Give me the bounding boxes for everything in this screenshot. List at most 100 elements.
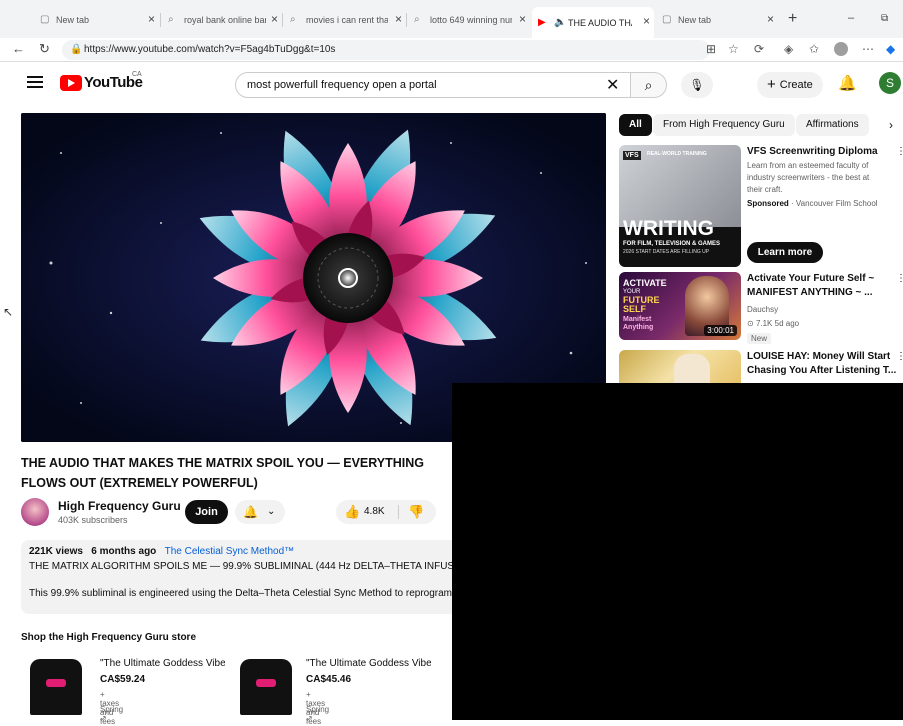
apps-icon[interactable]: ⊞ xyxy=(706,42,716,56)
external-link-icon: ↗ xyxy=(306,714,313,723)
more-vert-icon[interactable]: ⋮ xyxy=(896,146,903,157)
restore-icon[interactable]: ⧉ xyxy=(881,13,888,24)
description-line: This 99.9% subliminal is engineered usin… xyxy=(29,588,453,599)
product-image xyxy=(234,655,298,715)
browser-tab-6[interactable]: ▢ New tab × xyxy=(662,9,774,31)
voice-search-button[interactable]: 🎙 xyxy=(681,72,713,98)
close-icon[interactable]: × xyxy=(767,12,774,26)
search-icon: ⌕ xyxy=(644,77,653,93)
tab-label: lotto 649 winning numbers xyxy=(430,15,512,25)
search-button[interactable]: ⌕ xyxy=(631,72,667,98)
close-icon[interactable]: × xyxy=(148,12,155,26)
chip-from-channel[interactable]: From High Frequency Guru xyxy=(653,114,795,136)
chip-affirmations[interactable]: Affirmations xyxy=(796,114,869,136)
create-label: Create xyxy=(779,79,813,91)
subscriber-count: 403K subscribers xyxy=(58,515,128,525)
ad-line: Learn from an esteemed faculty of xyxy=(747,161,869,170)
ad-sponsor-line: Sponsored · Vancouver Film School xyxy=(747,199,878,208)
stats-icon: ⊙ xyxy=(747,319,754,328)
new-tab-icon[interactable]: + xyxy=(788,10,797,28)
ad-thumbnail[interactable]: VFS REAL-WORLD TRAINING WRITING FOR FILM… xyxy=(619,145,741,267)
join-button[interactable]: Join xyxy=(185,500,228,524)
star-icon[interactable]: ☆ xyxy=(728,42,739,56)
more-icon[interactable]: ⋯ xyxy=(862,42,874,56)
clear-search-icon[interactable]: ✕ xyxy=(606,75,619,95)
close-icon[interactable]: × xyxy=(519,12,526,26)
product-image xyxy=(24,655,88,715)
page-icon: ▢ xyxy=(662,14,672,25)
close-icon[interactable]: × xyxy=(395,12,402,26)
create-button[interactable]: + Create xyxy=(757,72,823,98)
more-vert-icon[interactable]: ⋮ xyxy=(896,273,903,284)
ad-title[interactable]: VFS Screenwriting Diploma xyxy=(747,145,897,159)
browser-tab-4[interactable]: ⌕ lotto 649 winning numbers × xyxy=(414,9,526,31)
chevron-down-icon: ⌄ xyxy=(267,506,276,517)
description-box[interactable]: 221K views 6 months ago The Celestial Sy… xyxy=(21,540,461,614)
browser-tab-active[interactable]: ▶ 🔈 THE AUDIO THAT MAKES × xyxy=(532,7,654,38)
browser-tab-1[interactable]: ▢ New tab × xyxy=(40,9,155,31)
black-overlay xyxy=(452,383,903,720)
advertiser-name: Vancouver Film School xyxy=(795,199,878,208)
like-count[interactable]: 4.8K xyxy=(364,500,385,524)
close-icon[interactable]: × xyxy=(271,12,278,26)
product-name: "The Ultimate Goddess Vibes" xyxy=(306,658,431,669)
product-price: CA$59.24 xyxy=(100,674,146,685)
thumbs-down-icon[interactable]: 👎 xyxy=(408,500,424,524)
subscribed-bell-button[interactable]: 🔔 ⌄ xyxy=(235,500,285,524)
address-bar-row: ← ↻ 🔒 https://www.youtube.com/watch?v=F5… xyxy=(0,38,903,62)
video-title[interactable]: Activate Your Future Self ~ MANIFEST ANY… xyxy=(747,272,897,300)
notifications-icon[interactable]: 🔔 xyxy=(838,74,857,92)
reload-icon[interactable]: ↻ xyxy=(39,41,50,57)
video-title[interactable]: LOUISE HAY: Money Will Start Chasing You… xyxy=(747,350,897,378)
search-input[interactable]: most powerfull frequency open a portal xyxy=(235,72,631,98)
channel-avatar[interactable] xyxy=(21,498,49,526)
sponsored-label: Sponsored xyxy=(747,199,789,208)
channel-name[interactable]: High Frequency Guru xyxy=(58,499,181,513)
tab-label: New tab xyxy=(678,15,712,25)
channel-name[interactable]: Dauchsy xyxy=(747,304,897,316)
tab-label: movies i can rent that xyxy=(306,15,388,25)
youtube-play-icon xyxy=(60,74,82,91)
chevron-right-icon[interactable]: › xyxy=(889,118,893,132)
learn-more-button[interactable]: Learn more xyxy=(747,242,823,263)
favorites-icon[interactable]: ✩ xyxy=(809,42,819,56)
tab-label: royal bank online banking xyxy=(184,15,266,25)
account-avatar[interactable]: S xyxy=(879,72,901,94)
view-count: 221K views xyxy=(29,546,83,557)
browser-tab-3[interactable]: ⌕ movies i can rent that × xyxy=(290,9,402,31)
video-meta: 221K views 6 months ago The Celestial Sy… xyxy=(29,546,453,557)
video-stats: ⊙ 7.1K 5d ago xyxy=(747,319,800,328)
thumbs-up-icon[interactable]: 👍 xyxy=(344,500,360,524)
microphone-icon: 🎙 xyxy=(689,78,705,92)
url-field[interactable]: 🔒 https://www.youtube.com/watch?v=F5ag4b… xyxy=(62,40,710,60)
video-thumbnail[interactable] xyxy=(619,350,741,383)
browser-tab-bar: ▢ New tab × ⌕ royal bank online banking … xyxy=(0,0,903,38)
browser-tab-2[interactable]: ⌕ royal bank online banking × xyxy=(168,9,278,31)
chip-all[interactable]: All xyxy=(619,114,652,136)
copilot-icon[interactable]: ◆ xyxy=(886,42,895,56)
profile-icon[interactable] xyxy=(834,42,848,56)
product-vendor: Spring ↗ xyxy=(306,705,330,723)
like-dislike-group: 👍 4.8K 👎 xyxy=(336,500,436,524)
new-badge: New xyxy=(747,333,772,344)
close-icon[interactable]: × xyxy=(643,14,650,28)
speaker-icon[interactable]: 🔈 xyxy=(554,17,566,28)
upload-age: 6 months ago xyxy=(91,546,157,557)
back-icon[interactable]: ← xyxy=(12,41,25,56)
description-tag[interactable]: The Celestial Sync Method™ xyxy=(165,546,295,557)
search-icon: ⌕ xyxy=(414,14,420,25)
duration-badge: 3:00:01 xyxy=(704,325,737,336)
shield-icon[interactable]: ◈ xyxy=(784,42,793,56)
tab-label: THE AUDIO THAT MAKES xyxy=(568,17,632,28)
youtube-logo[interactable]: YouTube CA xyxy=(60,71,143,91)
search-icon: ⌕ xyxy=(168,14,174,25)
extension-icon[interactable]: ⟳ xyxy=(754,42,764,56)
search-icon: ⌕ xyxy=(290,14,296,25)
minimize-icon[interactable]: – xyxy=(848,12,854,24)
more-vert-icon[interactable]: ⋮ xyxy=(896,351,903,362)
ad-line: industry screenwriters - the best at xyxy=(747,173,870,182)
video-thumbnail[interactable]: ACTIVATE YOUR FUTURE SELF Manifest Anyth… xyxy=(619,272,741,340)
product-name: "The Ultimate Goddess Vibes" xyxy=(100,658,225,669)
youtube-icon: ▶ xyxy=(538,16,546,28)
menu-icon[interactable] xyxy=(27,76,43,91)
